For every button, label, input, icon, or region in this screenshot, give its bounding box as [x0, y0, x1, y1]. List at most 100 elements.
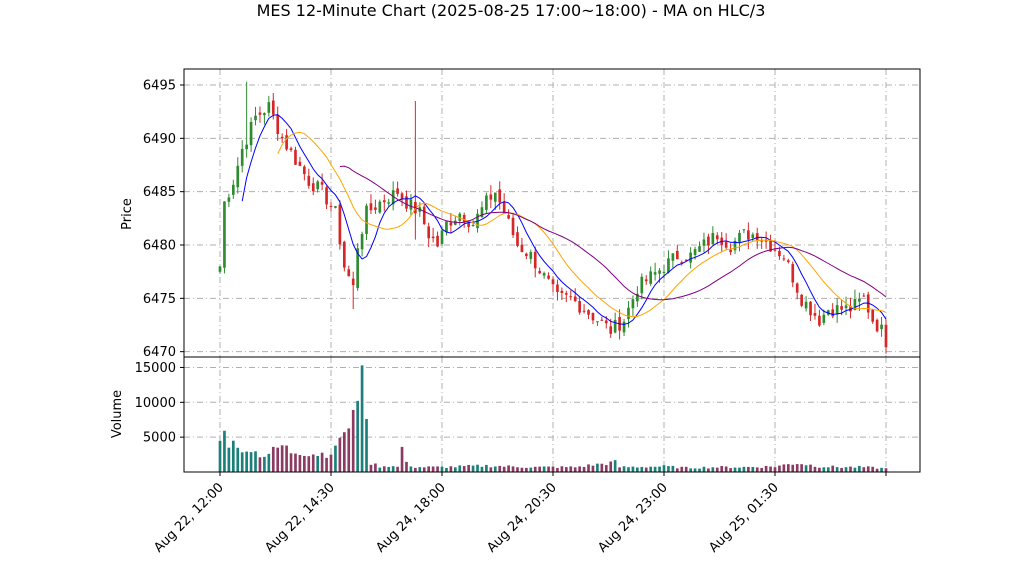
volume-bar	[267, 453, 271, 472]
price-tick-label: 6495	[143, 79, 176, 94]
volume-bar	[751, 466, 755, 472]
candle-body	[662, 271, 666, 273]
volume-bar	[871, 466, 875, 472]
volume-bar	[254, 451, 257, 472]
volume-bar	[391, 466, 395, 472]
volume-bar	[498, 465, 502, 472]
volume-bar	[382, 466, 386, 472]
volume-bar	[800, 464, 803, 472]
volume-bar	[418, 467, 422, 472]
volume-bar	[365, 419, 368, 472]
volume-bar	[795, 464, 799, 472]
candle-body	[498, 189, 502, 203]
candle-body	[525, 253, 528, 257]
volume-bar	[547, 466, 550, 472]
price-axis-label: Price	[120, 198, 135, 230]
candle-body	[795, 283, 799, 293]
candle-body	[387, 202, 391, 204]
candle-body	[622, 321, 626, 333]
volume-bar	[285, 445, 288, 472]
candle-body	[334, 206, 337, 208]
volume-bar	[600, 463, 604, 472]
volume-bar	[409, 466, 413, 472]
candle-body	[485, 195, 488, 210]
volume-bar	[689, 468, 692, 472]
candle-body	[880, 324, 883, 330]
volume-bar	[724, 466, 728, 472]
volume-bar	[223, 430, 226, 472]
candle-body	[240, 148, 244, 166]
volume-bar	[804, 465, 808, 472]
price-tick-label: 6480	[143, 239, 176, 254]
volume-bar	[622, 466, 626, 472]
candle-body	[231, 184, 235, 195]
candle-body	[218, 266, 222, 272]
candle-body	[365, 205, 368, 234]
candle-body	[529, 252, 533, 259]
price-tick-label: 6470	[143, 345, 176, 360]
candle-body	[822, 314, 826, 323]
candle-body	[223, 201, 226, 268]
volume-bar	[276, 447, 280, 472]
volume-bar	[764, 465, 768, 472]
volume-bar	[245, 451, 248, 472]
volume-bar	[351, 409, 355, 472]
volume-bar	[698, 468, 701, 472]
candle-body	[724, 241, 728, 248]
candle-body	[511, 217, 515, 236]
candle-body	[729, 249, 732, 253]
candle-body	[263, 113, 266, 116]
volume-bar	[378, 467, 382, 472]
volume-bar	[542, 466, 546, 472]
volume-bar	[880, 467, 883, 472]
candle-body	[378, 201, 382, 213]
volume-bar	[826, 467, 830, 472]
volume-bar	[369, 464, 373, 472]
candle-body	[516, 232, 519, 246]
candle-body	[396, 188, 399, 194]
volume-tick-label: 10000	[135, 396, 176, 411]
volume-bar	[449, 466, 453, 472]
volume-y-ticks: 5000 10000 15000	[135, 361, 184, 446]
volume-bar	[502, 466, 506, 472]
candle-body	[369, 203, 373, 211]
volume-tick-label: 5000	[143, 431, 176, 446]
volume-bar	[387, 466, 391, 472]
candle-body	[831, 309, 835, 317]
candle-body	[307, 175, 311, 186]
candle-body	[609, 326, 613, 334]
volume-bar	[738, 467, 741, 472]
volume-bar	[858, 465, 861, 472]
volume-bar	[347, 428, 351, 472]
chart-title: MES 12-Minute Chart (2025-08-25 17:00~18…	[257, 1, 766, 20]
volume-bar	[342, 432, 346, 472]
candle-body	[538, 270, 542, 274]
candle-body	[835, 305, 839, 315]
volume-bar	[258, 457, 262, 472]
candle-body	[649, 271, 653, 284]
volume-bar	[720, 466, 724, 472]
candlestick-chart: MES 12-Minute Chart (2025-08-25 17:00~18…	[110, 1, 921, 556]
volume-bar	[311, 454, 315, 472]
candle-body	[320, 182, 324, 185]
candle-body	[400, 193, 404, 200]
volume-bar	[453, 467, 457, 472]
volume-bar	[733, 467, 737, 472]
x-tick-label: Aug 24, 18:00	[373, 480, 449, 556]
candle-body	[374, 207, 377, 210]
volume-bar	[667, 466, 670, 472]
volume-bar	[786, 464, 790, 472]
candle-body	[644, 279, 648, 282]
candle-body	[360, 233, 364, 250]
volume-bar	[471, 465, 475, 472]
volume-bar	[445, 467, 448, 472]
volume-bar	[755, 467, 759, 472]
volume-bar	[529, 467, 533, 472]
volume-bar	[707, 468, 710, 472]
candle-body	[840, 306, 843, 310]
volume-bar	[556, 468, 559, 472]
candle-body	[556, 284, 559, 292]
candle-body	[547, 275, 550, 279]
candle-body	[858, 298, 861, 302]
candle-body	[254, 115, 257, 121]
